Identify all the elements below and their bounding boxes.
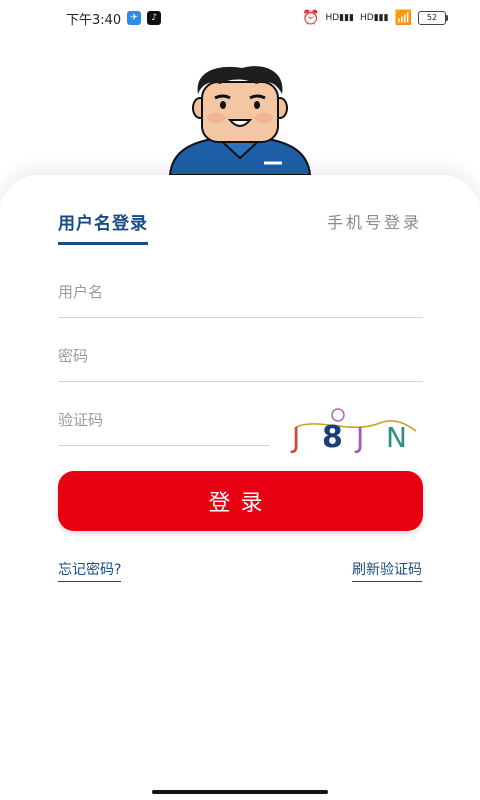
login-button[interactable]: 登录 [58, 471, 423, 531]
status-right: ⏰ HD▮▮▮ HD▮▮▮ 📶 52 [302, 10, 480, 26]
forgot-password-link[interactable]: 忘记密码? [58, 559, 122, 582]
captcha-image[interactable]: J 8 J N [290, 405, 420, 455]
alarm-icon: ⏰ [302, 10, 320, 26]
battery-level: 52 [426, 13, 438, 22]
login-card: 用户名登录 手机号登录 J 8 J N 登录 忘记密码? 刷新验证码 [0, 175, 480, 800]
captcha-input[interactable] [58, 405, 270, 445]
status-time: 下午3:40 [66, 12, 122, 28]
captcha-char-1: J [290, 421, 300, 454]
username-input[interactable] [58, 277, 423, 317]
status-bar: 下午3:40 ✈ ♪ ⏰ HD▮▮▮ HD▮▮▮ 📶 52 [0, 0, 480, 36]
captcha-char-2: 8 [322, 420, 343, 455]
tiktok-app-icon: ♪ [147, 11, 162, 25]
home-indicator[interactable] [152, 790, 328, 794]
signal-icon-2: HD▮▮▮ [360, 13, 389, 23]
captcha-char-3: J [354, 421, 364, 454]
captcha-char-4: N [386, 421, 407, 454]
refresh-captcha-link[interactable]: 刷新验证码 [352, 559, 422, 582]
signal-label-1: HD [325, 13, 340, 23]
mascot-illustration [168, 66, 312, 176]
signal-label-2: HD [360, 13, 374, 23]
wifi-icon: 📶 [394, 10, 412, 26]
captcha-field [58, 399, 270, 446]
mascot-avatar [160, 60, 320, 176]
password-input[interactable] [58, 341, 423, 381]
message-app-icon: ✈ [127, 11, 142, 25]
login-tabs: 用户名登录 手机号登录 [0, 209, 480, 249]
username-field [58, 271, 423, 318]
tab-phone-login[interactable]: 手机号登录 [327, 209, 422, 233]
captcha-graphic: J 8 J N [290, 408, 417, 455]
password-field [58, 335, 423, 382]
status-left: 下午3:40 ✈ ♪ [0, 9, 162, 28]
battery-icon: 52 [418, 11, 448, 25]
signal-icon-1: HD▮▮▮ [325, 13, 354, 23]
tab-username-login[interactable]: 用户名登录 [58, 209, 148, 245]
